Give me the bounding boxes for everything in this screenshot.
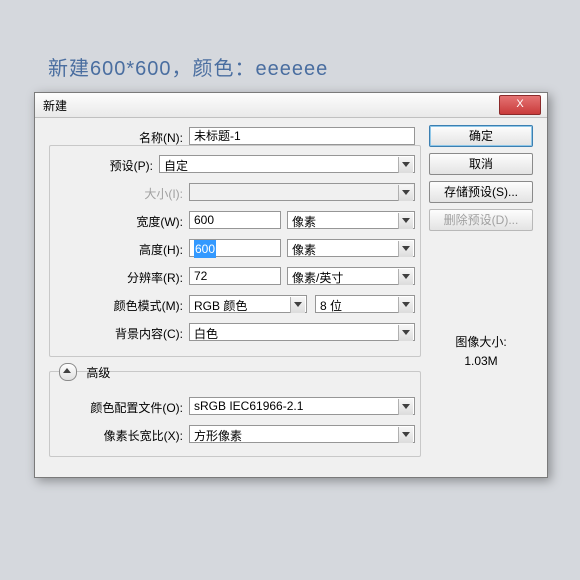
width-input[interactable] [189,211,281,229]
chevron-down-icon [398,157,413,173]
close-button[interactable]: X [499,95,541,115]
delete-preset-button: 删除预设(D)... [429,209,533,231]
aspect-value: 方形像素 [194,427,242,444]
bgcontent-value: 白色 [194,325,218,342]
label-bgcontent: 背景内容(C): [93,325,183,342]
height-unit-select[interactable]: 像素 [287,239,415,257]
advanced-row: 高级 [59,363,110,381]
label-advanced: 高级 [86,366,110,380]
label-height: 高度(H): [103,241,183,258]
width-unit-value: 像素 [292,213,316,230]
label-width: 宽度(W): [103,213,183,230]
chevron-down-icon [398,427,413,443]
preset-select[interactable]: 自定 [159,155,415,173]
resolution-unit-value: 像素/英寸 [292,269,343,286]
image-size-label: 图像大小: [429,333,533,352]
depth-value: 8 位 [320,297,342,314]
height-input[interactable]: 600 [189,239,281,257]
colormode-select[interactable]: RGB 颜色 [189,295,307,313]
image-size-value: 1.03M [429,352,533,371]
resolution-input[interactable] [189,267,281,285]
profile-value: sRGB IEC61966-2.1 [194,399,303,413]
image-size-info: 图像大小: 1.03M [429,333,533,371]
label-size: 大小(I): [103,185,183,202]
bgcontent-select[interactable]: 白色 [189,323,415,341]
label-preset: 预设(P): [73,157,153,174]
titlebar[interactable]: 新建 X [35,93,547,118]
label-resolution: 分辨率(R): [93,269,183,286]
aspect-select[interactable]: 方形像素 [189,425,415,443]
resolution-unit-select[interactable]: 像素/英寸 [287,267,415,285]
chevron-down-icon [290,297,305,313]
label-aspect: 像素长宽比(X): [53,427,183,444]
new-dialog: 新建 X 名称(N): 预设(P): 自定 大小(I): 宽度(W): 像素 高… [34,92,548,478]
chevron-down-icon [398,297,413,313]
chevron-down-icon [398,325,413,341]
height-unit-value: 像素 [292,241,316,258]
save-preset-button[interactable]: 存储预设(S)... [429,181,533,203]
chevron-down-icon [398,269,413,285]
chevron-down-icon [398,399,413,415]
chevron-down-icon [398,185,413,201]
chevron-down-icon [398,213,413,229]
label-profile: 颜色配置文件(O): [53,399,183,416]
name-input[interactable] [189,127,415,145]
label-name: 名称(N): [103,129,183,146]
ok-button[interactable]: 确定 [429,125,533,147]
dialog-title: 新建 [43,97,67,114]
label-colormode: 颜色模式(M): [93,297,183,314]
colormode-value: RGB 颜色 [194,297,247,314]
profile-select[interactable]: sRGB IEC61966-2.1 [189,397,415,415]
depth-select[interactable]: 8 位 [315,295,415,313]
chevron-down-icon [398,241,413,257]
advanced-toggle[interactable] [59,363,77,381]
instruction-caption: 新建600*600，颜色：eeeeee [48,52,328,81]
height-value: 600 [194,240,216,258]
width-unit-select[interactable]: 像素 [287,211,415,229]
cancel-button[interactable]: 取消 [429,153,533,175]
size-select [189,183,415,201]
preset-value: 自定 [164,157,188,174]
